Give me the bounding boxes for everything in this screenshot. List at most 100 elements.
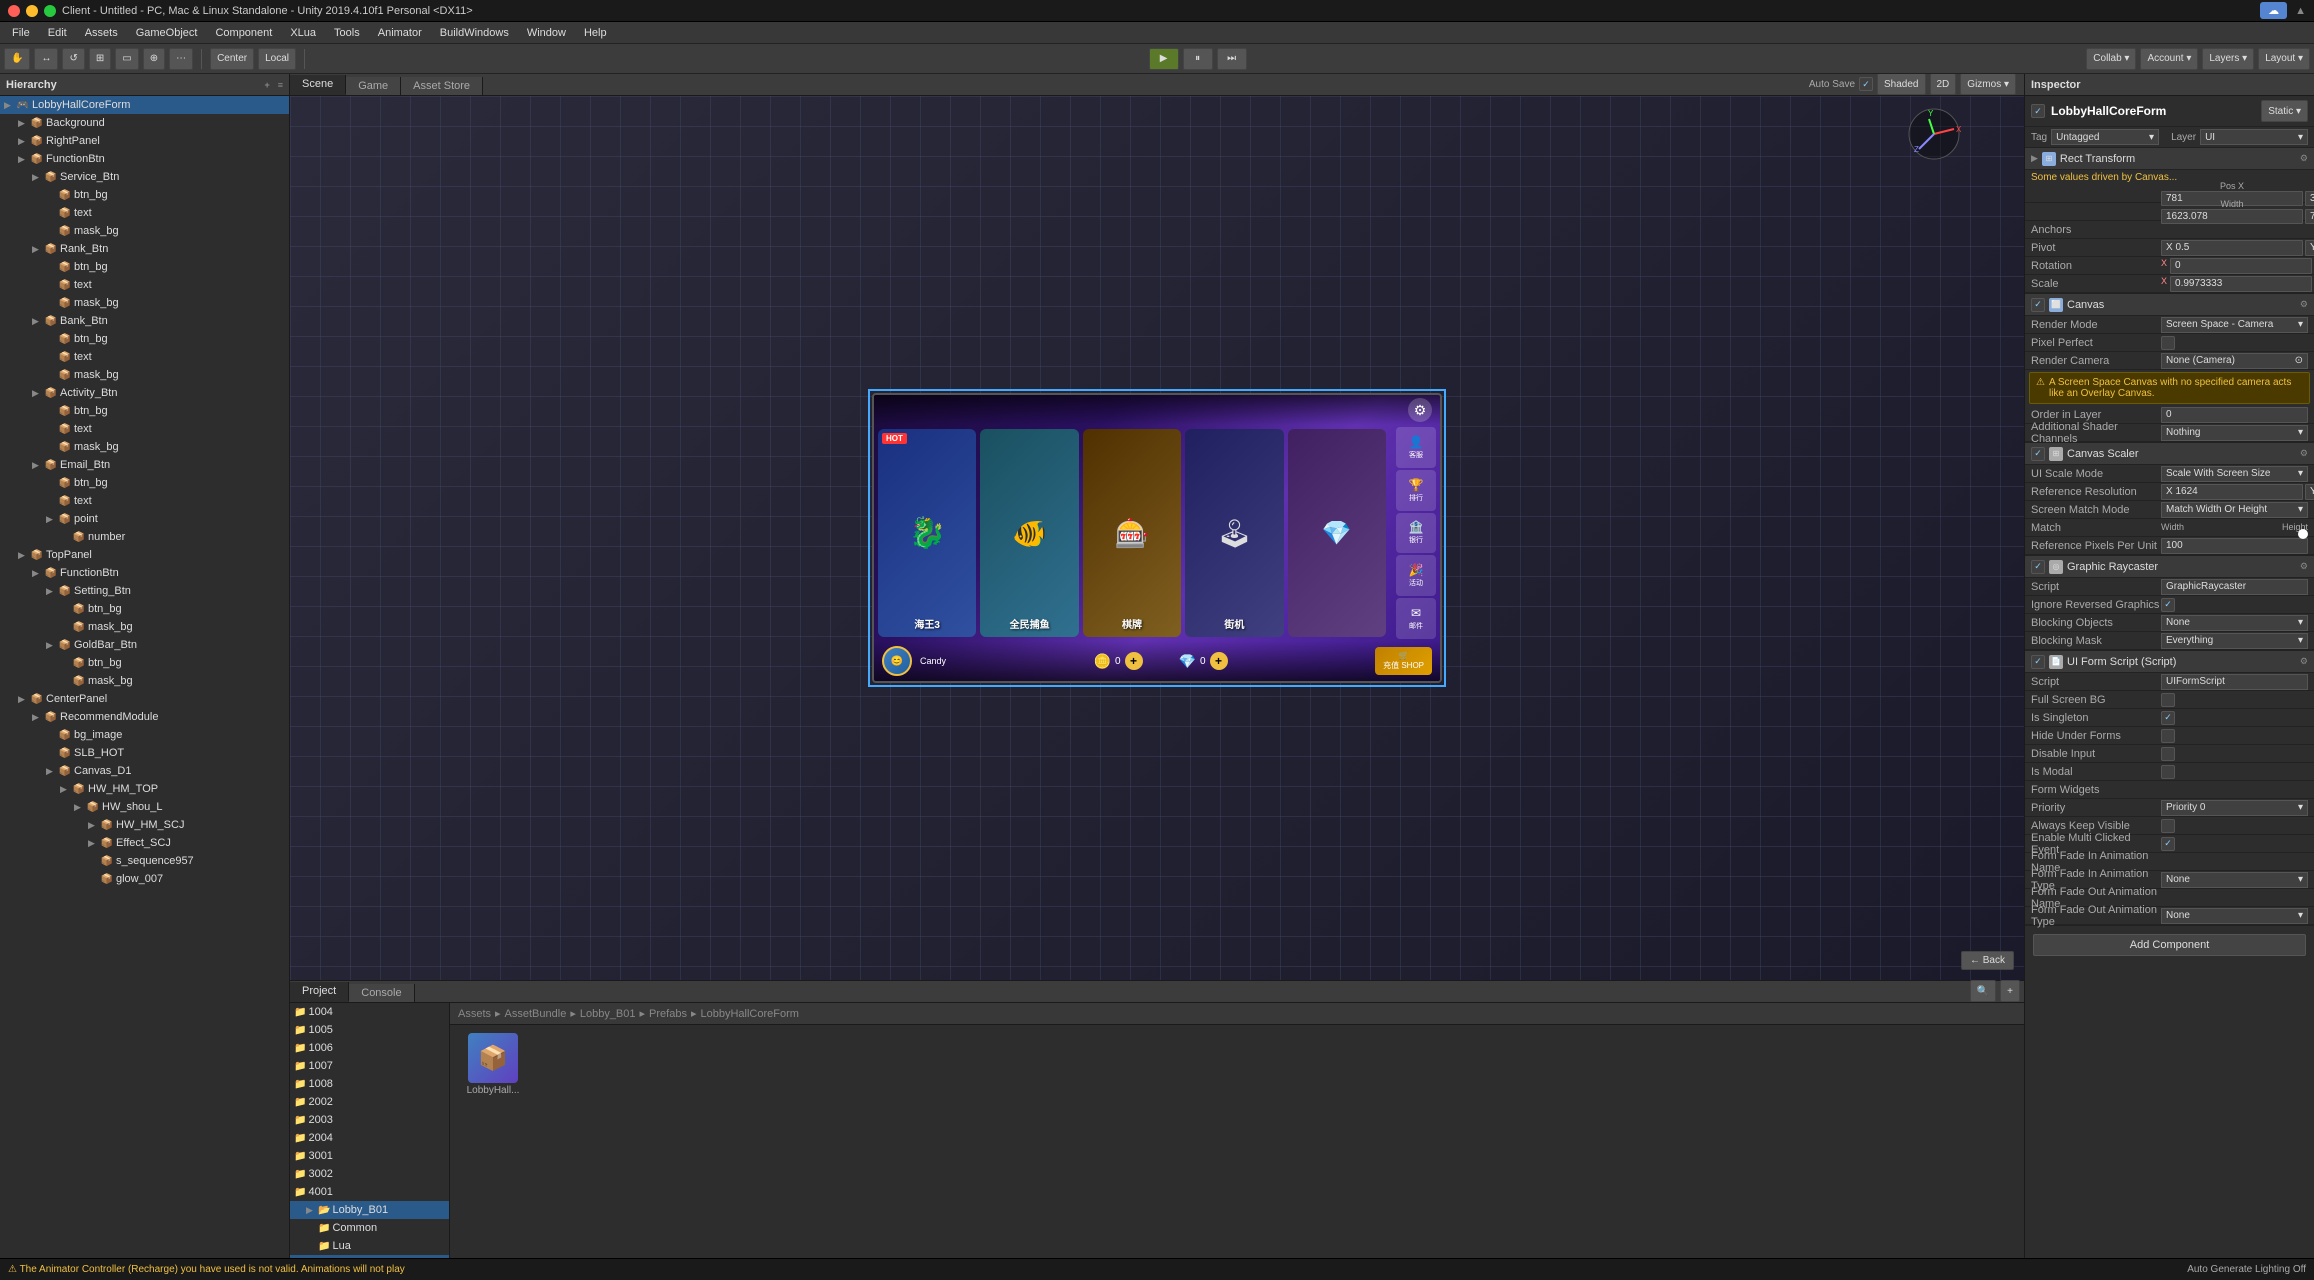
hierarchy-item[interactable]: ▶📦FunctionBtn — [0, 150, 289, 168]
menu-tools[interactable]: Tools — [326, 25, 368, 41]
singleton-checkbox[interactable] — [2161, 711, 2175, 725]
hierarchy-add-icon[interactable]: + — [264, 80, 269, 90]
pivot-x-input[interactable] — [2161, 240, 2303, 256]
hierarchy-item[interactable]: ▶📦HW_HM_TOP — [0, 780, 289, 798]
menu-xlua[interactable]: XLua — [282, 25, 324, 41]
menu-btn-bank[interactable]: 🏦 银行 — [1396, 513, 1436, 554]
hierarchy-item[interactable]: ▶📦point — [0, 510, 289, 528]
object-enabled-checkbox[interactable] — [2031, 104, 2045, 118]
hierarchy-item[interactable]: 📦text — [0, 492, 289, 510]
ref-res-y-input[interactable] — [2305, 484, 2314, 500]
canvas-settings-icon[interactable]: ⚙ — [2300, 299, 2308, 310]
shader-channels-dropdown[interactable]: Nothing ▾ — [2161, 425, 2308, 441]
script-dropdown[interactable]: GraphicRaycaster — [2161, 579, 2308, 595]
2d-btn[interactable]: 2D — [1930, 74, 1957, 95]
project-sidebar-item[interactable]: 📁1006 — [290, 1039, 449, 1057]
pivot-local-btn[interactable]: Local — [258, 48, 296, 70]
fade-out-type-dropdown[interactable]: None ▾ — [2161, 908, 2308, 924]
ref-pixels-input[interactable] — [2161, 538, 2308, 554]
layout-toolbar-btn[interactable]: Layout ▾ — [2258, 48, 2310, 70]
game-card-5[interactable]: 💎 — [1288, 429, 1386, 637]
height-input[interactable] — [2305, 209, 2314, 224]
play-button[interactable]: ▶ — [1149, 48, 1179, 70]
hierarchy-item[interactable]: 📦btn_bg — [0, 402, 289, 420]
uiform-script-dropdown[interactable]: UIFormScript — [2161, 674, 2308, 690]
project-sidebar-item[interactable]: 📁3002 — [290, 1165, 449, 1183]
fade-in-type-dropdown[interactable]: None ▾ — [2161, 872, 2308, 888]
rot-x-input[interactable] — [2170, 258, 2312, 274]
hierarchy-item[interactable]: 📦btn_bg — [0, 258, 289, 276]
breadcrumb-lobby[interactable]: Lobby_B01 — [580, 1008, 636, 1020]
raycaster-enabled[interactable] — [2031, 560, 2045, 574]
hierarchy-item[interactable]: ▶🎮LobbyHallCoreForm — [0, 96, 289, 114]
collab-toolbar-btn[interactable]: Collab ▾ — [2086, 48, 2136, 70]
hierarchy-item[interactable]: ▶📦Service_Btn — [0, 168, 289, 186]
hierarchy-item[interactable]: ▶📦Activity_Btn — [0, 384, 289, 402]
asset-lobbyhall[interactable]: 📦 LobbyHall... — [458, 1033, 528, 1096]
scale-x-input[interactable] — [2170, 276, 2312, 292]
hierarchy-item[interactable]: ▶📦Effect_SCJ — [0, 834, 289, 852]
hierarchy-item[interactable]: 📦btn_bg — [0, 654, 289, 672]
game-card-2[interactable]: 🐠 全民捕鱼 — [980, 429, 1078, 637]
hierarchy-item[interactable]: 📦number — [0, 528, 289, 546]
project-sidebar-item[interactable]: 📁4001 — [290, 1183, 449, 1201]
hierarchy-item[interactable]: 📦btn_bg — [0, 600, 289, 618]
menu-btn-rank[interactable]: 🏆 排行 — [1396, 470, 1436, 511]
fullscreen-checkbox[interactable] — [2161, 693, 2175, 707]
menu-assets[interactable]: Assets — [77, 25, 126, 41]
hierarchy-item[interactable]: ▶📦HW_HM_SCJ — [0, 816, 289, 834]
lighting-btn[interactable]: Auto Generate Lighting Off — [2187, 1264, 2306, 1275]
hierarchy-item[interactable]: ▶📦FunctionBtn — [0, 564, 289, 582]
hierarchy-item[interactable]: ▶📦Rank_Btn — [0, 240, 289, 258]
tool-hand[interactable]: ✋ — [4, 48, 30, 70]
maximize-button[interactable] — [44, 5, 56, 17]
project-sidebar-item[interactable]: 📁Common — [290, 1219, 449, 1237]
ref-res-x-input[interactable] — [2161, 484, 2303, 500]
hierarchy-item[interactable]: ▶📦RecommendModule — [0, 708, 289, 726]
shop-button[interactable]: 🛒 充值 SHOP — [1375, 647, 1432, 675]
menu-btn-email[interactable]: ✉ 邮件 — [1396, 598, 1436, 639]
shaded-dropdown[interactable]: Shaded — [1877, 74, 1925, 95]
order-layer-input[interactable] — [2161, 407, 2308, 423]
hierarchy-item[interactable]: 📦SLB_HOT — [0, 744, 289, 762]
tab-game[interactable]: Game — [346, 77, 401, 95]
project-sidebar-item[interactable]: ▶📂Lobby_B01 — [290, 1201, 449, 1219]
scaler-settings-icon[interactable]: ⚙ — [2300, 448, 2308, 459]
raycaster-settings-icon[interactable]: ⚙ — [2300, 561, 2308, 572]
blocking-objects-dropdown[interactable]: None ▾ — [2161, 615, 2308, 631]
menu-gameobject[interactable]: GameObject — [128, 25, 206, 41]
hierarchy-item[interactable]: ▶📦TopPanel — [0, 546, 289, 564]
hierarchy-item[interactable]: 📦text — [0, 276, 289, 294]
tab-console[interactable]: Console — [349, 984, 414, 1002]
hierarchy-item[interactable]: ▶📦RightPanel — [0, 132, 289, 150]
menu-component[interactable]: Component — [207, 25, 280, 41]
always-keep-checkbox[interactable] — [2161, 819, 2175, 833]
uiform-settings-icon[interactable]: ⚙ — [2300, 656, 2308, 667]
layers-toolbar-btn[interactable]: Layers ▾ — [2202, 48, 2254, 70]
breadcrumb-prefabs[interactable]: Prefabs — [649, 1008, 687, 1020]
tab-asset-store[interactable]: Asset Store — [401, 77, 483, 95]
ui-form-script-header[interactable]: 📄 UI Form Script (Script) ⚙ — [2025, 651, 2314, 673]
add-component-button[interactable]: Add Component — [2033, 934, 2306, 956]
menu-window[interactable]: Window — [519, 25, 574, 41]
blocking-mask-dropdown[interactable]: Everything ▾ — [2161, 633, 2308, 649]
game-card-1[interactable]: HOT 🐉 海王3 — [878, 429, 976, 637]
pivot-center-btn[interactable]: Center — [210, 48, 254, 70]
tool-rotate[interactable]: ↺ — [62, 48, 84, 70]
rect-transform-header[interactable]: ▶ ⊞ Rect Transform ⚙ — [2025, 148, 2314, 170]
project-settings-btn[interactable]: + — [2000, 980, 2020, 1002]
canvas-header[interactable]: ⬜ Canvas ⚙ — [2025, 294, 2314, 316]
hierarchy-item[interactable]: ▶📦HW_shou_L — [0, 798, 289, 816]
project-sidebar-item[interactable]: 📁Lua — [290, 1237, 449, 1255]
menu-animator[interactable]: Animator — [370, 25, 430, 41]
project-search-btn[interactable]: 🔍 — [1970, 980, 1996, 1002]
hierarchy-item[interactable]: 📦mask_bg — [0, 672, 289, 690]
hierarchy-item[interactable]: 📦mask_bg — [0, 222, 289, 240]
tag-dropdown[interactable]: Untagged ▾ — [2051, 129, 2159, 145]
canvas-enabled[interactable] — [2031, 298, 2045, 312]
menu-btn-service[interactable]: 👤 客服 — [1396, 427, 1436, 468]
render-camera-dropdown[interactable]: None (Camera) ⊙ — [2161, 353, 2308, 369]
tab-scene[interactable]: Scene — [290, 75, 346, 95]
canvas-scaler-enabled[interactable] — [2031, 447, 2045, 461]
hierarchy-item[interactable]: 📦text — [0, 420, 289, 438]
